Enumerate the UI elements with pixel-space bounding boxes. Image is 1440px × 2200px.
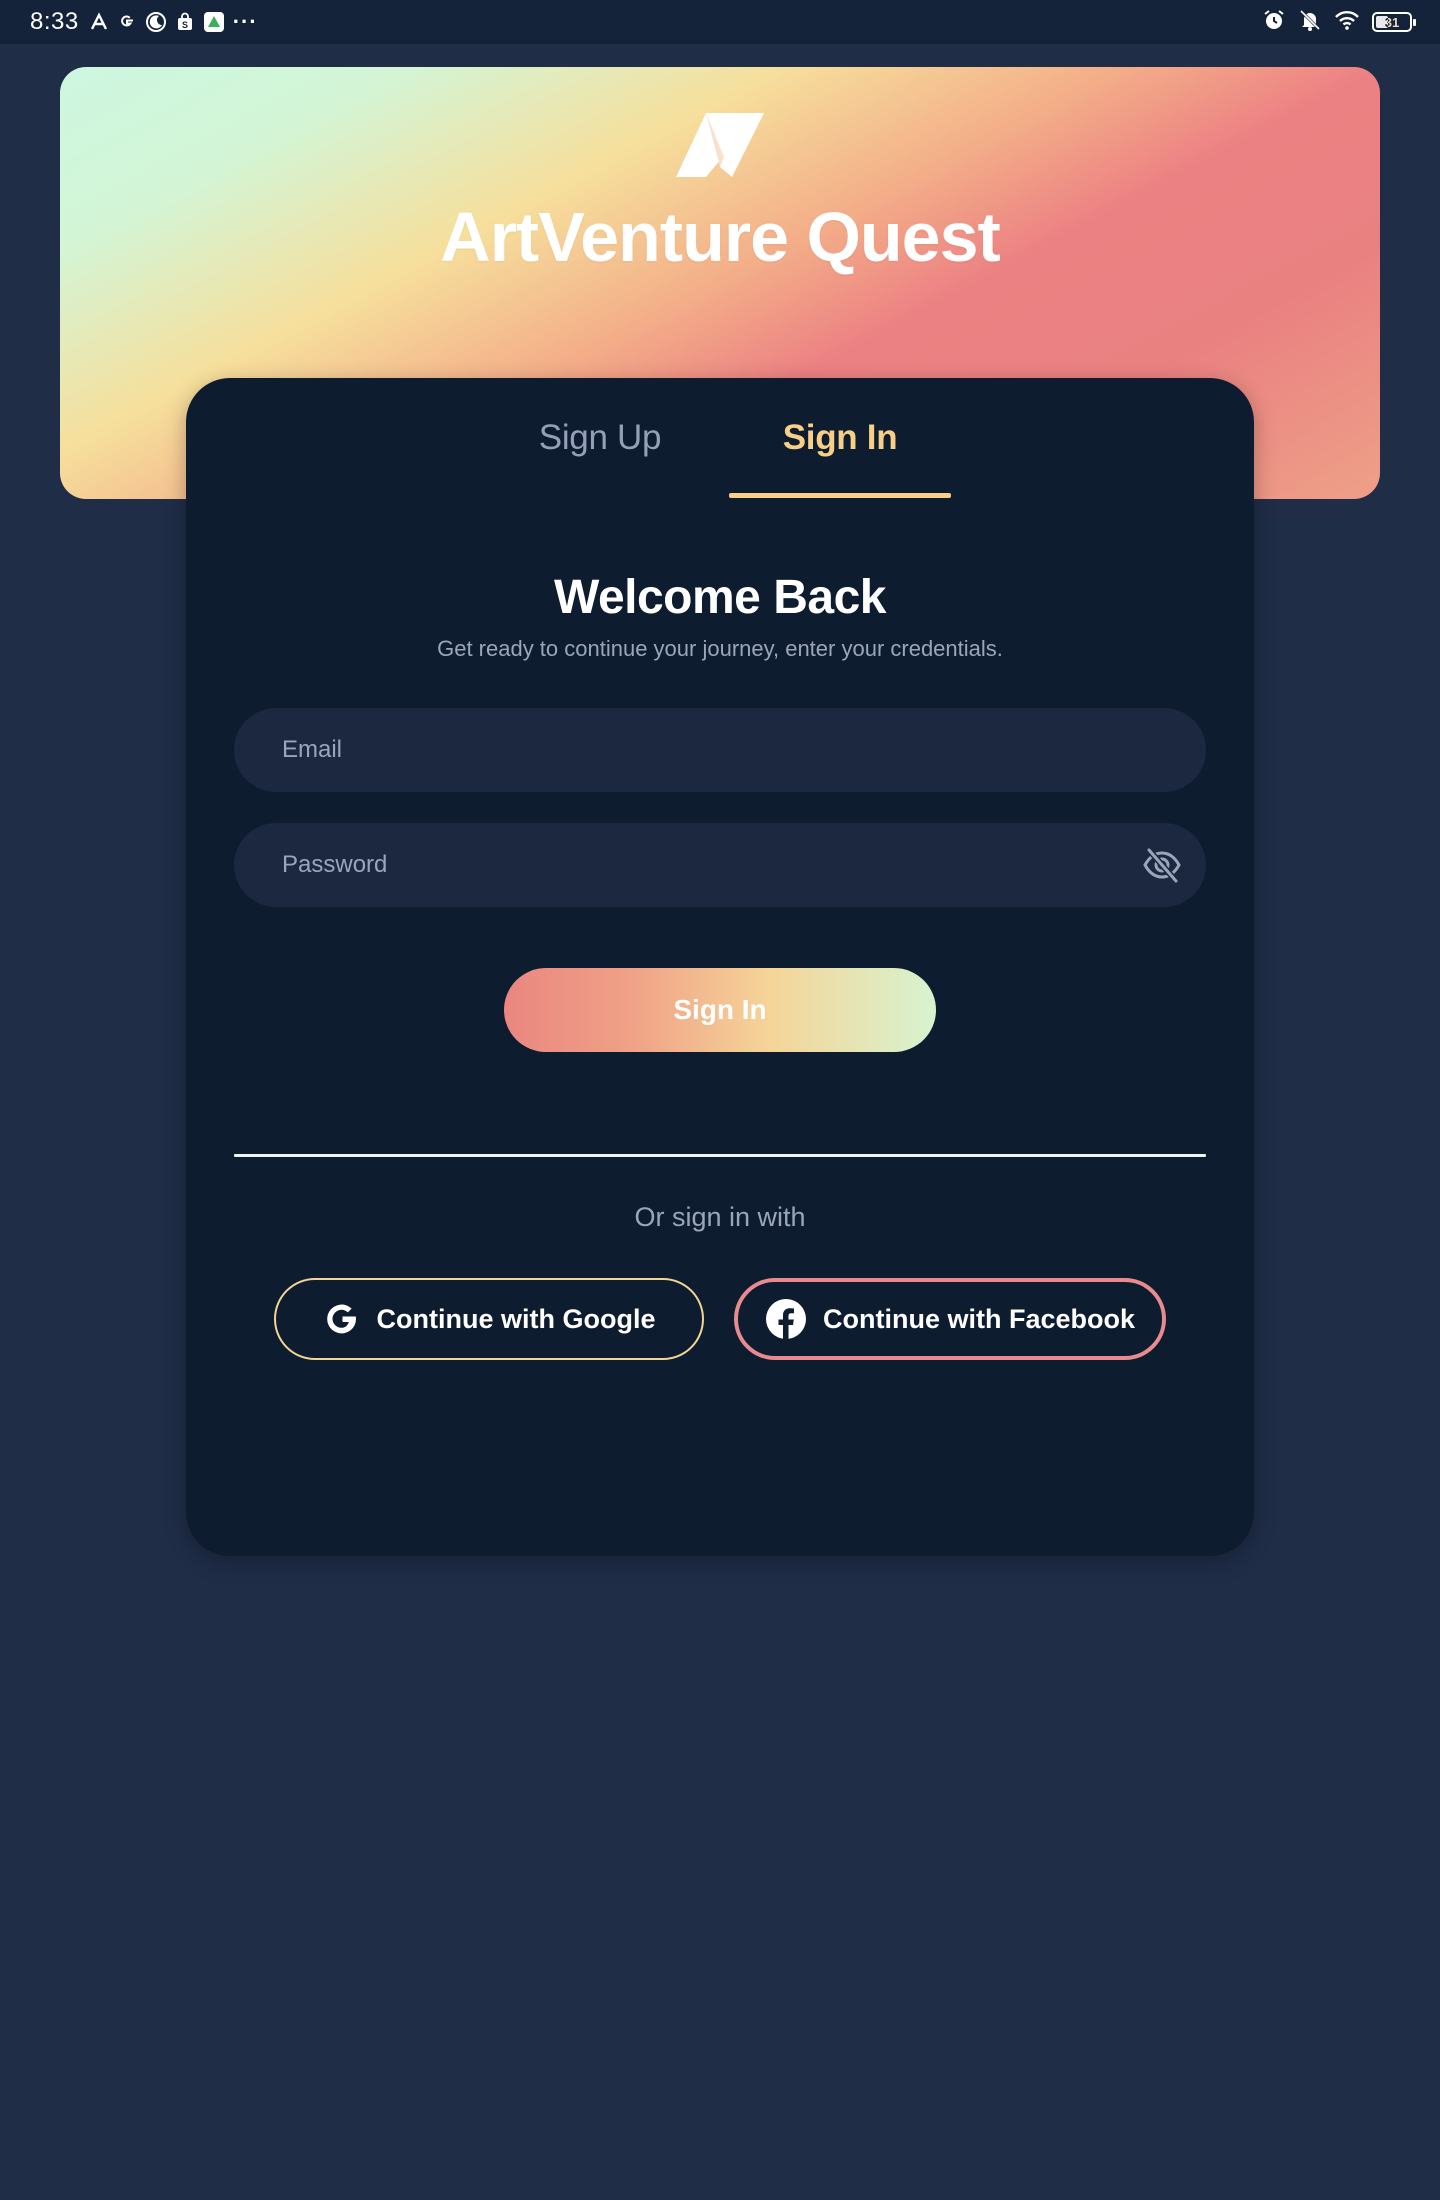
divider: [234, 1154, 1206, 1157]
auth-tabs: Sign Up Sign In: [186, 378, 1254, 498]
more-notifications-icon: ···: [232, 9, 258, 34]
moon-icon: [145, 11, 167, 33]
app-title: ArtVenture Quest: [440, 198, 1001, 276]
welcome-heading: Welcome Back: [554, 571, 886, 624]
continue-with-facebook-button[interactable]: Continue with Facebook: [734, 1278, 1166, 1360]
facebook-icon: [765, 1298, 807, 1340]
password-field[interactable]: [234, 823, 1206, 907]
welcome-subheading: Get ready to continue your journey, ente…: [437, 636, 1003, 661]
wifi-icon: [1334, 9, 1360, 36]
continue-with-google-button[interactable]: Continue with Google: [274, 1278, 704, 1360]
status-time: 8:33: [30, 8, 79, 35]
facebook-button-label: Continue with Facebook: [822, 1303, 1135, 1334]
eye-off-icon[interactable]: [1140, 843, 1184, 887]
green-app-icon: [203, 11, 225, 33]
tab-spacer: [711, 378, 729, 498]
google-icon: [323, 1300, 361, 1338]
map-fold-icon: [672, 109, 768, 181]
svg-text:S: S: [182, 20, 188, 30]
google-button-label: Continue with Google: [376, 1303, 656, 1334]
status-right: 31: [1262, 8, 1416, 37]
password-input[interactable]: [280, 850, 1160, 880]
email-field[interactable]: [234, 708, 1206, 792]
shopping-bag-icon: S: [175, 12, 195, 32]
sign-in-button[interactable]: Sign In: [504, 968, 936, 1052]
email-input[interactable]: [280, 735, 1160, 765]
auth-card: Sign Up Sign In Welcome Back Get ready t…: [186, 378, 1254, 1556]
app-a-icon: [89, 12, 109, 32]
status-left: 8:33 S ···: [30, 8, 258, 36]
or-sign-in-with-label: Or sign in with: [634, 1202, 806, 1232]
bell-off-icon: [1298, 8, 1322, 37]
tab-sign-up[interactable]: Sign Up: [489, 378, 711, 498]
battery-level: 31: [1384, 14, 1400, 30]
notification-icons: S ···: [89, 9, 258, 35]
battery-icon: 31: [1372, 12, 1416, 32]
status-bar: 8:33 S ··· 31: [0, 0, 1440, 44]
alarm-icon: [1262, 8, 1286, 37]
google-icon: [117, 12, 137, 32]
tab-sign-in[interactable]: Sign In: [729, 378, 951, 498]
